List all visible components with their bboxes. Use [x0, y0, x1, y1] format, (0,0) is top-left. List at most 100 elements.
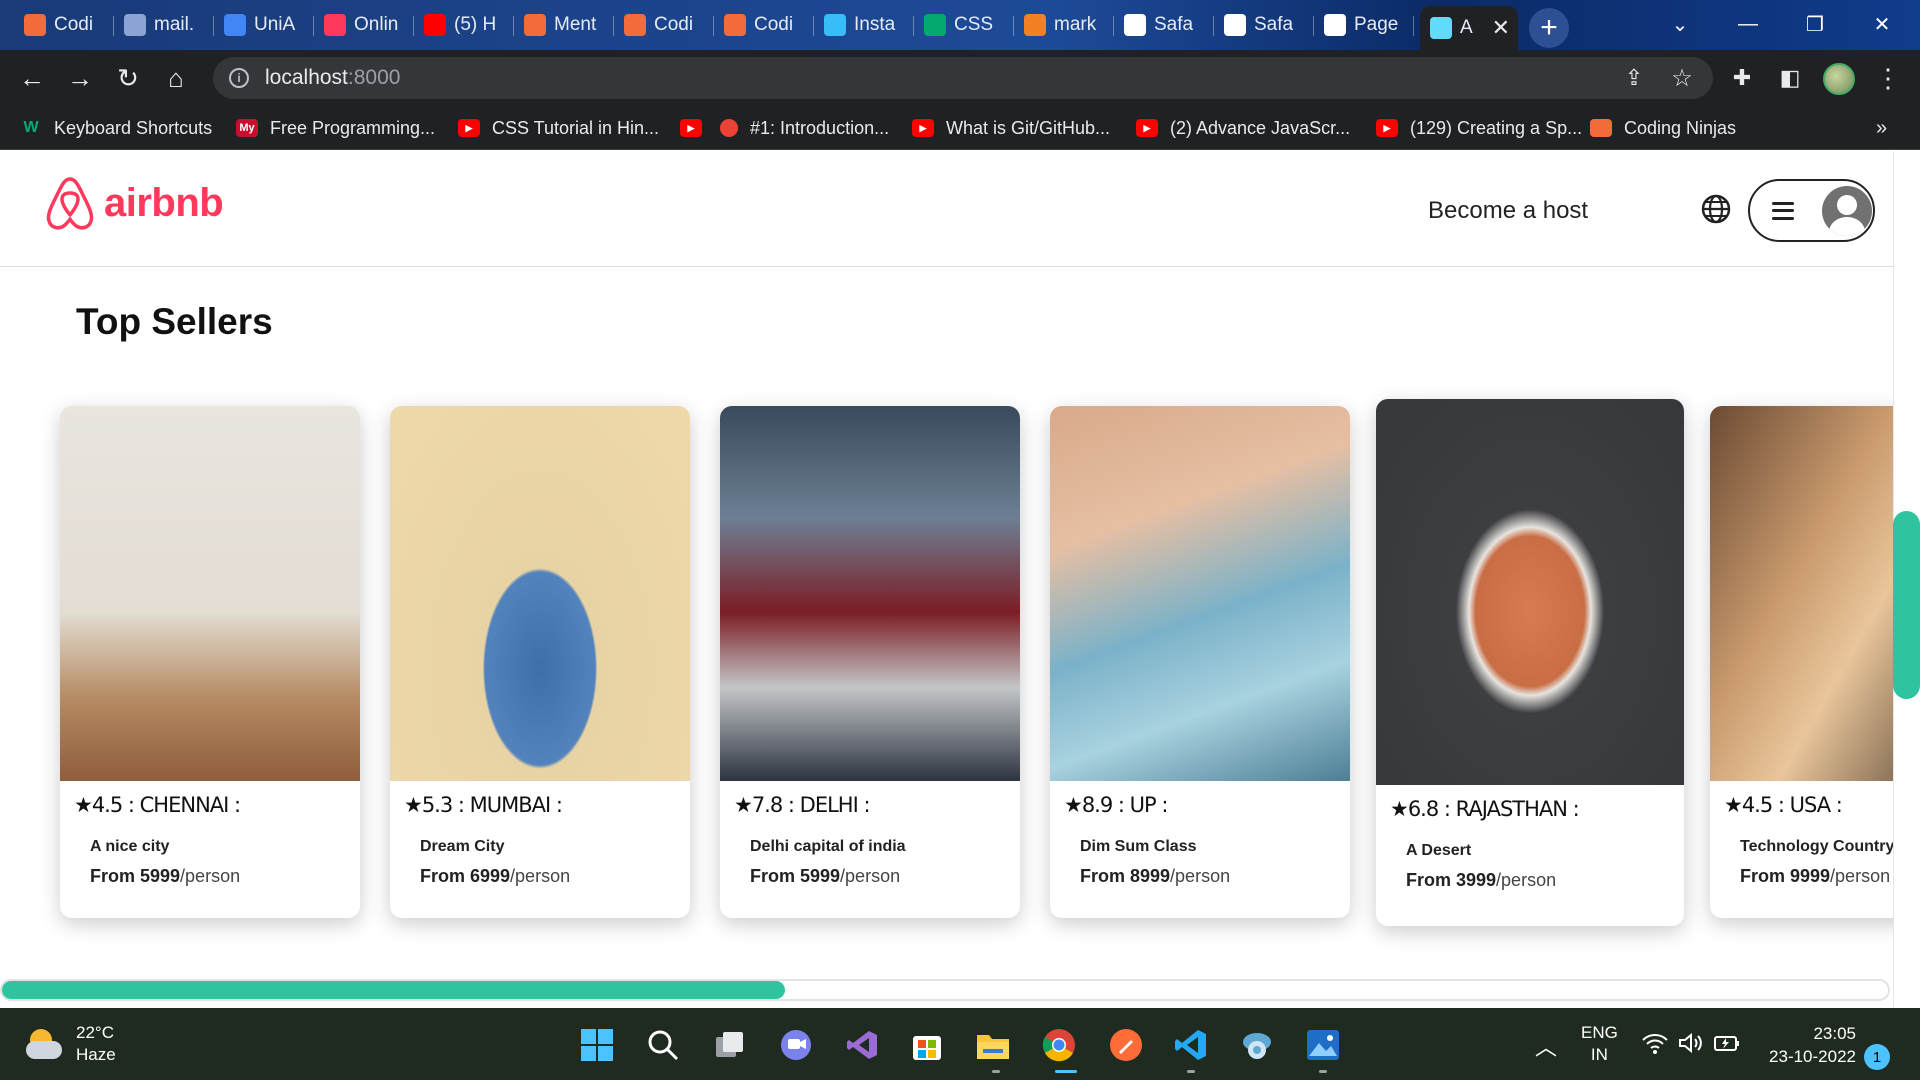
battery-icon[interactable] [1714, 1033, 1740, 1058]
notification-badge[interactable]: 1 [1864, 1044, 1890, 1070]
volume-icon[interactable] [1678, 1032, 1704, 1059]
listing-price: From 5999/person [750, 866, 900, 887]
listing-description: A Desert [1406, 842, 1472, 859]
bookmarks-overflow-icon[interactable]: » [1876, 114, 1887, 142]
price-amount: From 9999 [1740, 866, 1831, 886]
listing-image[interactable] [720, 406, 1020, 781]
hamburger-icon [1772, 201, 1794, 220]
airbnb-logo[interactable]: airbnb [44, 175, 224, 231]
file-explorer-icon[interactable] [974, 1026, 1012, 1064]
browser-tab[interactable]: Insta [814, 6, 910, 44]
menu-dots-icon[interactable]: ⋮ [1868, 58, 1908, 98]
horizontal-scroll-thumb[interactable] [2, 981, 785, 999]
price-unit: /person [510, 866, 571, 886]
profile-avatar[interactable] [1823, 63, 1855, 95]
tab-separator [1413, 16, 1414, 36]
listing-image[interactable] [60, 406, 360, 781]
browser-tab[interactable]: Safa [1114, 6, 1210, 44]
price-amount: From 3999 [1406, 870, 1497, 890]
visual-studio-icon[interactable] [843, 1026, 881, 1064]
tab-label: mail. [154, 14, 195, 35]
listing-image[interactable] [1710, 406, 1893, 781]
photos-icon[interactable] [1304, 1026, 1342, 1064]
bookmark-item[interactable]: #1: Introduction... [720, 114, 889, 142]
search-icon[interactable] [644, 1026, 682, 1064]
bookmark-item[interactable]: My Free Programming... [236, 114, 435, 142]
bookmark-item[interactable]: ▶ CSS Tutorial in Hin... [458, 114, 659, 142]
restore-button[interactable]: ❐ [1785, 4, 1845, 44]
clock[interactable]: 23:05 23-10-2022 [1764, 1022, 1856, 1068]
browser-tab[interactable]: Codi [614, 6, 710, 44]
new-tab-button[interactable]: + [1529, 8, 1569, 48]
minimize-button[interactable]: — [1718, 4, 1778, 44]
teams-chat-icon[interactable] [777, 1026, 815, 1064]
price-amount: From 6999 [420, 866, 511, 886]
reload-icon[interactable]: ↻ [108, 58, 148, 98]
browser-tab[interactable]: Page [1314, 6, 1410, 44]
home-icon[interactable]: ⌂ [156, 58, 196, 98]
tab-search-chevron-icon[interactable]: ⌄ [1650, 4, 1710, 44]
browser-tab[interactable]: (5) H [414, 6, 510, 44]
windows-taskbar: 22°C Haze ︿ ENG IN 23:05 23-10-2022 1 [0, 1008, 1920, 1080]
become-host-link[interactable]: Become a host [1428, 197, 1588, 225]
browser-tab[interactable]: CSS [914, 6, 1010, 44]
listing-card[interactable]: ★6.8 : RAJASTHAN : A Desert From 3999/pers… [1376, 399, 1684, 926]
listing-card[interactable]: ★8.9 : UP : Dim Sum Class From 8999/person [1050, 406, 1350, 918]
bookmark-item[interactable]: ▶ What is Git/GitHub... [912, 114, 1110, 142]
bookmark-item[interactable]: ▶ (129) Creating a Sp... [1376, 114, 1582, 142]
address-bar[interactable]: i localhost:8000 [213, 57, 1713, 99]
microsoft-store-icon[interactable] [908, 1026, 946, 1064]
docker-settings-icon[interactable] [1238, 1026, 1276, 1064]
forward-icon[interactable]: → [60, 58, 100, 98]
postman-icon[interactable] [1107, 1026, 1145, 1064]
task-view-icon[interactable] [711, 1026, 749, 1064]
browser-tab[interactable]: Safa [1214, 6, 1310, 44]
bookmark-item[interactable]: Coding Ninjas [1590, 114, 1736, 142]
weather-widget[interactable]: 22°C Haze [26, 1022, 116, 1066]
chrome-icon[interactable] [1040, 1026, 1078, 1064]
browser-tab[interactable]: Codi [714, 6, 810, 44]
back-icon[interactable]: ← [12, 58, 52, 98]
bookmark-item[interactable]: ▶ [680, 114, 714, 142]
listing-card[interactable]: ★5.3 : MUMBAI : Dream City From 6999/perso… [390, 406, 690, 918]
vscode-icon[interactable] [1172, 1026, 1210, 1064]
browser-tab[interactable]: mail. [114, 6, 210, 44]
browser-tab[interactable]: A ✕ [1420, 6, 1518, 50]
start-icon[interactable] [578, 1026, 616, 1064]
tab-label: CSS [954, 14, 994, 35]
vertical-scroll-thumb[interactable] [1893, 510, 1920, 700]
wifi-icon[interactable] [1642, 1032, 1668, 1059]
browser-tab[interactable]: Ment [514, 6, 610, 44]
bookmark-item[interactable]: ▶ (2) Advance JavaScr... [1136, 114, 1350, 142]
listing-card[interactable]: ★4.5 : CHENNAI : A nice city From 5999/per… [60, 406, 360, 918]
share-icon[interactable]: ⇪ [1614, 58, 1654, 98]
close-tab-icon[interactable]: ✕ [1492, 15, 1510, 41]
react-icon [1430, 17, 1452, 39]
listing-image[interactable] [390, 406, 690, 781]
weather-condition: Haze [76, 1045, 116, 1064]
hidden-icons-chevron-icon[interactable]: ︿ [1535, 1030, 1557, 1062]
youtube-icon: ▶ [680, 119, 702, 137]
bookmark-star-icon[interactable]: ☆ [1662, 58, 1702, 98]
extensions-icon[interactable]: ✚ [1722, 58, 1762, 98]
listing-image[interactable] [1050, 406, 1350, 781]
browser-tab[interactable]: mark [1014, 6, 1110, 44]
globe-icon [124, 14, 146, 36]
listing-card[interactable]: ★7.8 : DELHI : Delhi capital of india From… [720, 406, 1020, 918]
user-menu-button[interactable] [1748, 179, 1875, 242]
browser-tab[interactable]: Codi [14, 6, 110, 44]
horizontal-scrollbar[interactable] [0, 979, 1890, 1001]
youtube-icon: ▶ [1136, 119, 1158, 137]
globe-icon[interactable] [1700, 193, 1732, 225]
close-window-button[interactable]: ✕ [1852, 4, 1912, 44]
tab-label: Safa [1254, 14, 1294, 35]
browser-tab[interactable]: Onlin [314, 6, 410, 44]
price-amount: From 8999 [1080, 866, 1171, 886]
bookmark-item[interactable]: W Keyboard Shortcuts [20, 114, 212, 142]
listing-image[interactable] [1376, 399, 1684, 785]
side-panel-icon[interactable]: ◧ [1770, 58, 1810, 98]
listing-card[interactable]: ★4.5 : USA : Technology Country From 9999/… [1710, 406, 1893, 918]
site-info-icon[interactable]: i [229, 68, 249, 88]
language-indicator[interactable]: ENG IN [1581, 1022, 1618, 1066]
browser-tab[interactable]: UniA [214, 6, 310, 44]
